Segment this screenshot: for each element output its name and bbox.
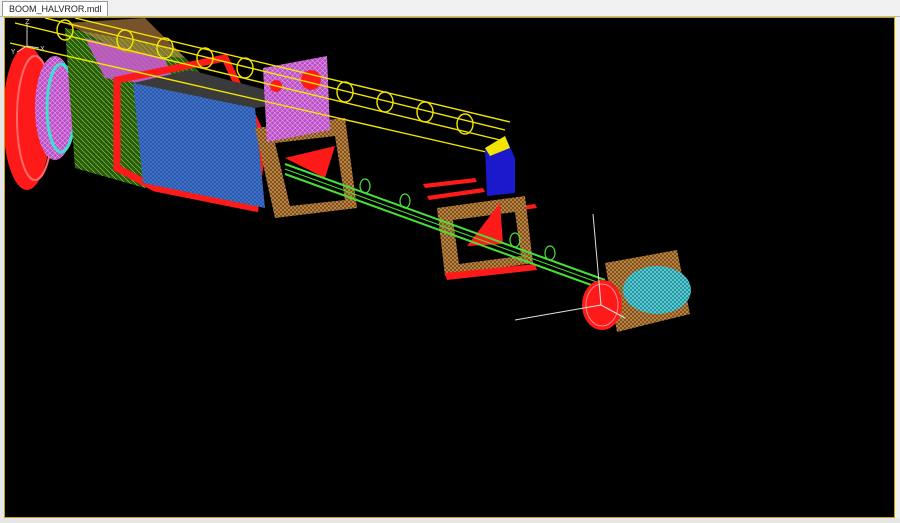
- triad-z-label: Z: [25, 18, 30, 26]
- triad-y-label: Y: [10, 48, 16, 56]
- graphics-viewport[interactable]: Z X Y: [4, 17, 895, 518]
- triad-x-label: X: [40, 45, 45, 53]
- application-window: BOOM_HALVROR.mdl Z X Y: [0, 0, 900, 523]
- cylinder-bracket-plate: [263, 56, 330, 142]
- boom-tip-cylinder: [514, 213, 691, 332]
- tube-end-bracket: [485, 136, 515, 196]
- status-strip: [0, 518, 900, 523]
- document-tab[interactable]: BOOM_HALVROR.mdl: [2, 1, 109, 16]
- boom-base-flange: [5, 46, 77, 190]
- fe-model-render: [5, 18, 691, 332]
- axis-triad-icon: Z X Y: [10, 18, 45, 56]
- document-tab-bar: BOOM_HALVROR.mdl: [0, 0, 900, 17]
